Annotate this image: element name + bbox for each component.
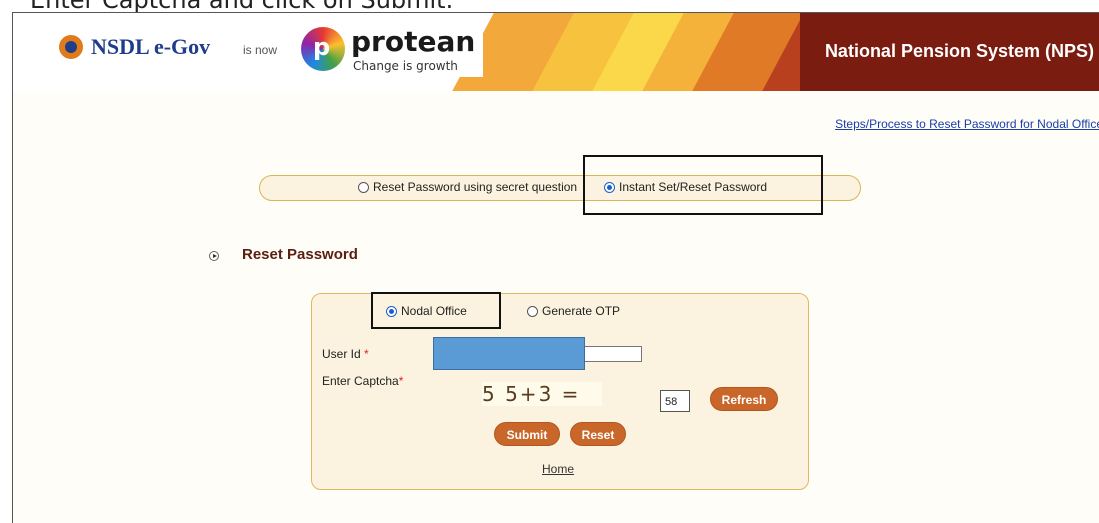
site-title: National Pension System (NPS)	[824, 41, 1094, 61]
reset-button[interactable]: Reset	[570, 422, 626, 446]
section-title: Reset Password	[242, 246, 358, 263]
radio-button-icon[interactable]	[527, 305, 538, 317]
required-mark: *	[364, 347, 369, 361]
site-header: National Pension System (NPS) NSDL e-Gov…	[13, 13, 1099, 91]
radio-button-icon[interactable]	[358, 181, 369, 193]
captcha-image: 5 5+3 =	[482, 382, 602, 406]
captcha-text: 5 5+3 =	[482, 382, 581, 406]
reset-mode-secret-question[interactable]: Reset Password using secret question	[358, 180, 577, 194]
protean-brand: protean	[351, 25, 476, 58]
browser-viewport: National Pension System (NPS) NSDL e-Gov…	[12, 12, 1099, 523]
highlight-box	[583, 155, 823, 215]
is-now-text: is now	[243, 43, 278, 57]
type-generate-otp[interactable]: Generate OTP	[527, 304, 620, 318]
submit-button[interactable]: Submit	[494, 422, 560, 446]
reset-mode-label: Reset Password using secret question	[373, 180, 578, 194]
required-mark: *	[398, 374, 404, 388]
protean-logo-icon	[301, 27, 345, 71]
captcha-label: Enter Captcha*	[322, 374, 403, 388]
redacted-user-id	[433, 337, 585, 370]
highlight-box	[371, 292, 501, 329]
nsdl-brand: NSDL e-Gov	[91, 34, 211, 59]
captcha-label-text: Enter Captcha	[322, 374, 399, 388]
type-label: Generate OTP	[542, 304, 621, 318]
user-id-label-text: User Id	[322, 347, 361, 361]
steps-reset-password-link[interactable]: Steps/Process to Reset Password for Noda…	[835, 117, 1099, 131]
user-id-label: User Id *	[322, 347, 369, 361]
section-bullet-icon	[209, 251, 219, 261]
home-link[interactable]: Home	[542, 462, 574, 476]
protean-tagline: Change is growth	[353, 59, 458, 73]
captcha-input[interactable]: 58	[660, 390, 690, 412]
user-id-input[interactable]	[584, 346, 642, 362]
nsdl-logo-icon	[59, 35, 83, 59]
refresh-captcha-button[interactable]: Refresh	[710, 387, 778, 411]
logo-area: NSDL e-Gov is now protean Change is grow…	[33, 13, 483, 77]
